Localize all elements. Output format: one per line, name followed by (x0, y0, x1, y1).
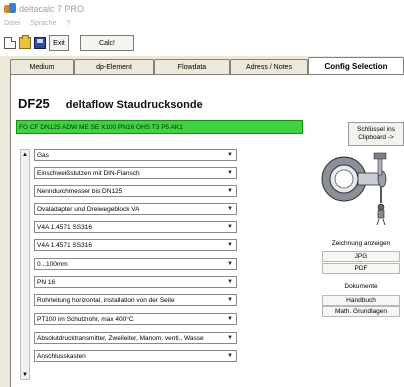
select-installation[interactable]: Rohrleitung horizontal, installation von… (34, 294, 237, 306)
exit-button[interactable]: Exit (49, 35, 69, 51)
tab-config-selection[interactable]: Config Selection (308, 57, 404, 74)
menu-help[interactable]: ? (66, 20, 70, 27)
device-name: deltaflow Staudrucksonde (65, 99, 203, 111)
save-disk-icon[interactable] (34, 37, 46, 49)
clipboard-label-line1: Schlüssel ins (357, 126, 395, 133)
chevron-down-icon[interactable]: ▼ (224, 333, 236, 343)
order-code-bar: FG CF DN125 ADW ME SE X100 PN16 OHS T3 P… (16, 120, 303, 134)
chevron-down-icon[interactable]: ▼ (224, 168, 236, 178)
chevron-down-icon[interactable]: ▼ (224, 351, 236, 361)
select-value: PN 16 (37, 278, 56, 286)
select-connection[interactable]: Einschweißstutzen mit DIN-Flansch ▼ (34, 167, 237, 179)
device-illustration (321, 152, 387, 226)
menu-bar: Datei Sprache ? (0, 17, 404, 30)
chevron-down-icon[interactable]: ▼ (224, 204, 236, 214)
tab-medium[interactable]: Medium (10, 59, 74, 74)
select-value: Nenndurchmesser bis DN125 (37, 187, 123, 195)
math-basics-button[interactable]: Math. Grundlagen (322, 306, 400, 317)
select-medium[interactable]: Gas ▼ (34, 149, 237, 161)
calc-button[interactable]: Calc! (80, 35, 134, 51)
manual-button[interactable]: Handbuch (322, 295, 400, 306)
chevron-down-icon[interactable]: ▼ (224, 259, 236, 269)
clipboard-label-line2: Clipboard -> (358, 134, 394, 141)
tab-dp-element[interactable]: dp-Element (74, 59, 154, 74)
open-folder-icon[interactable] (19, 35, 31, 49)
select-value: 0...100mm (37, 260, 68, 268)
title-bar: deltacalc 7 PRO (0, 0, 404, 17)
select-range[interactable]: 0...100mm ▼ (34, 258, 237, 270)
tab-strip: Medium dp-Element Flowdata Adress / Note… (10, 57, 404, 74)
app-icon (4, 2, 16, 15)
select-nominal-diameter[interactable]: Nenndurchmesser bis DN125 ▼ (34, 185, 237, 197)
toolbar: Exit Calc! (0, 30, 404, 56)
select-value: V4A 1.4571 SS316 (37, 223, 92, 231)
chevron-down-icon[interactable]: ▼ (224, 186, 236, 196)
select-material-1[interactable]: V4A 1.4571 SS316 ▼ (34, 221, 237, 233)
select-value: PT100 im Schutzrohr, max 400°C (37, 315, 134, 323)
select-pressure-rating[interactable]: PN 16 ▼ (34, 276, 237, 288)
scroll-up-icon[interactable]: ▲ (21, 150, 29, 159)
select-value: Ovaladapter und Dreiwegeblock VA (37, 205, 140, 213)
select-value: Anschlusskasten (37, 352, 86, 360)
select-material-2[interactable]: V4A 1.4571 SS316 ▼ (34, 239, 237, 251)
select-terminal-box[interactable]: Anschlusskasten ▼ (34, 350, 237, 362)
tab-adress-notes[interactable]: Adress / Notes (230, 59, 308, 74)
copy-to-clipboard-button[interactable]: Schlüssel ins Clipboard -> (348, 122, 404, 146)
chevron-down-icon[interactable]: ▼ (224, 222, 236, 232)
new-file-icon[interactable] (4, 37, 16, 49)
select-value: V4A 1.4571 SS316 (37, 241, 92, 249)
menu-sprache[interactable]: Sprache (30, 20, 56, 27)
device-code: DF25 (18, 96, 50, 111)
page-header: DF25 deltaflow Staudrucksonde (18, 96, 203, 111)
options-scrollbar[interactable]: ▲ ▼ (20, 149, 30, 380)
select-adapter[interactable]: Ovaladapter und Dreiwegeblock VA ▼ (34, 203, 237, 215)
chevron-down-icon[interactable]: ▼ (224, 240, 236, 250)
chevron-down-icon[interactable]: ▼ (224, 150, 236, 160)
select-transmitter[interactable]: Absolutdrucktransmitter, Zweileiter, Man… (34, 332, 237, 344)
select-value: Einschweißstutzen mit DIN-Flansch (37, 169, 140, 177)
drawing-label: Zeichnung anzeigen (331, 240, 391, 247)
window-title: deltacalc 7 PRO (19, 3, 85, 14)
chevron-down-icon[interactable]: ▼ (224, 277, 236, 287)
select-value: Gas (37, 151, 49, 159)
select-value: Rohrleitung horizontal, installation von… (37, 296, 175, 304)
menu-datei[interactable]: Datei (4, 20, 20, 27)
jpg-button[interactable]: JPG (322, 251, 400, 262)
select-value: Absolutdrucktransmitter, Zweileiter, Man… (37, 334, 204, 342)
documents-label: Dokumente (344, 283, 378, 290)
select-temperature-sensor[interactable]: PT100 im Schutzrohr, max 400°C ▼ (34, 313, 237, 325)
chevron-down-icon[interactable]: ▼ (224, 314, 236, 324)
pdf-button[interactable]: PDF (322, 263, 400, 274)
chevron-down-icon[interactable]: ▼ (224, 295, 236, 305)
tab-flowdata[interactable]: Flowdata (154, 59, 230, 74)
scroll-down-icon[interactable]: ▼ (21, 370, 29, 379)
